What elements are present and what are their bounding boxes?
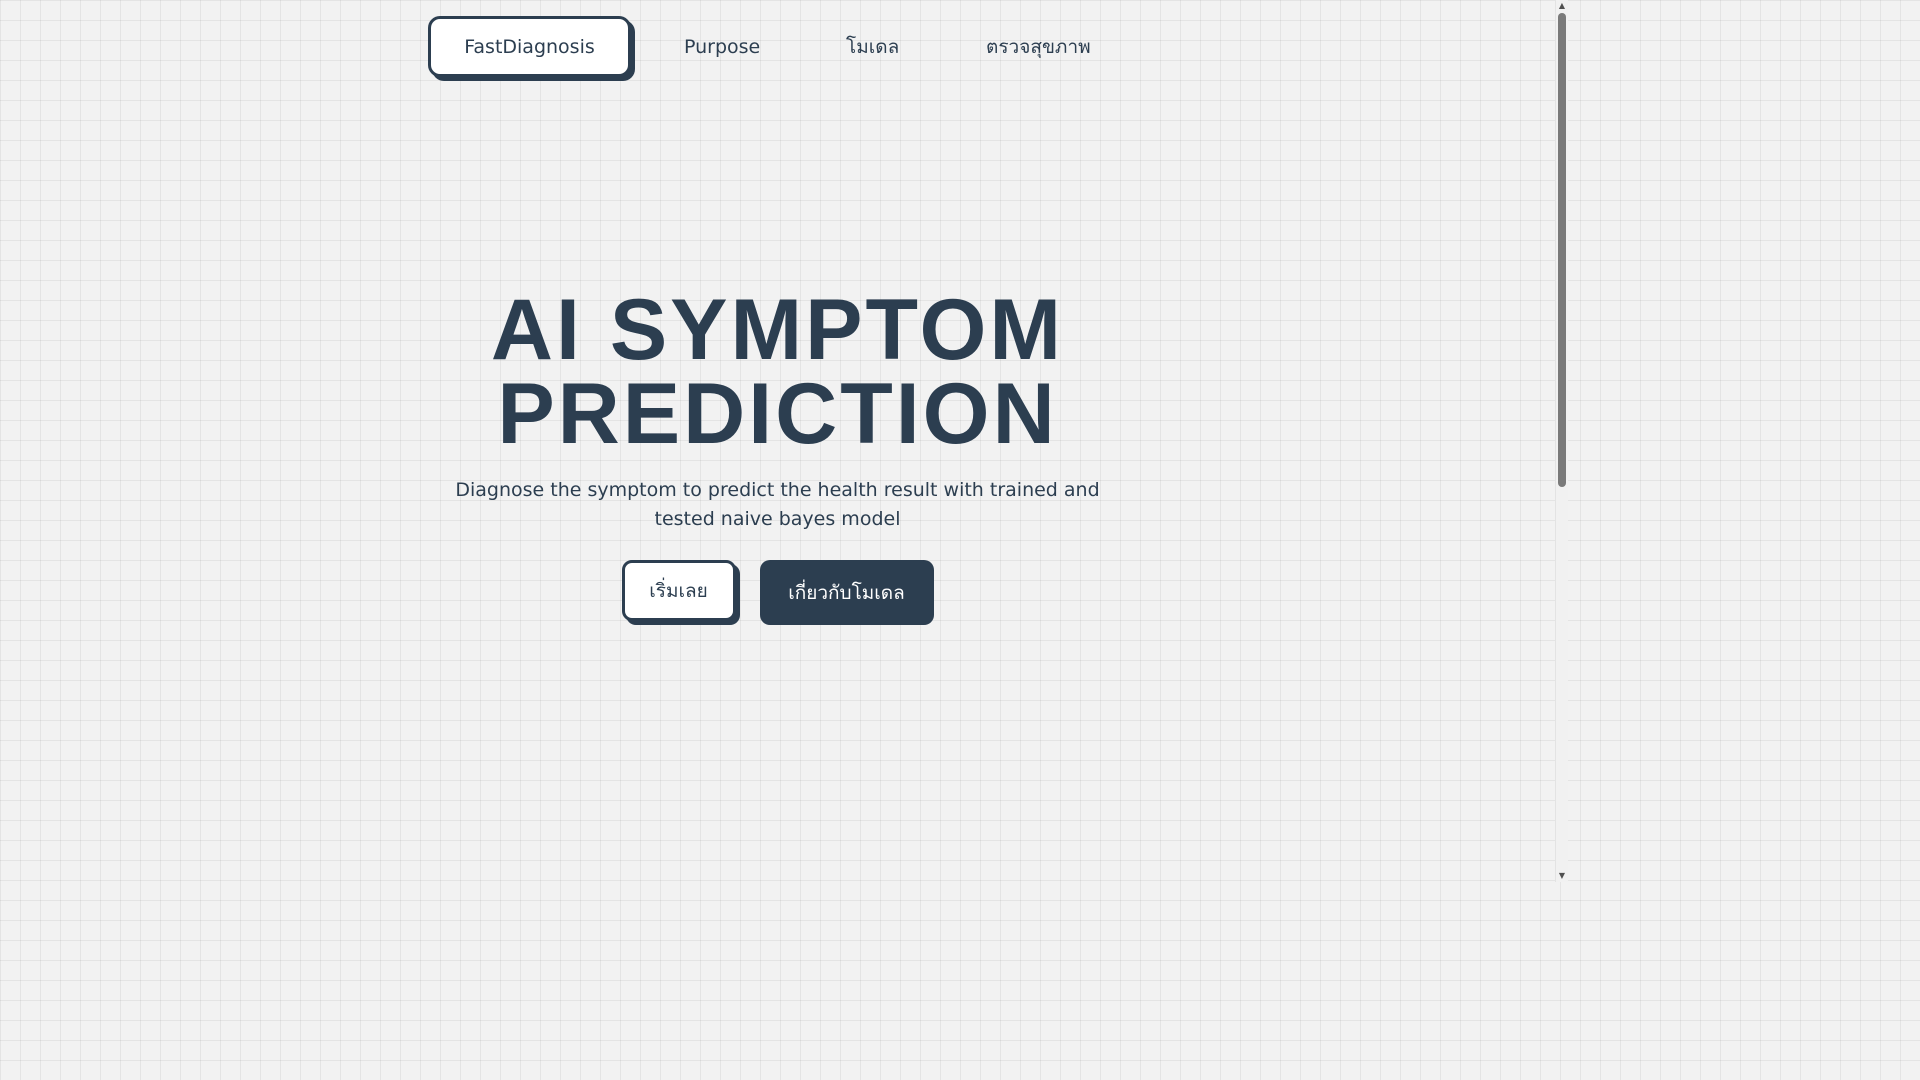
brand-button[interactable]: FastDiagnosis bbox=[428, 16, 631, 77]
cta-group: เริ่มเลย เกี่ยวกับโมเดล bbox=[0, 560, 1555, 625]
scrollbar-thumb[interactable] bbox=[1558, 13, 1566, 487]
scroll-down-arrow-icon[interactable]: ▼ bbox=[1556, 870, 1568, 882]
about-model-button[interactable]: เกี่ยวกับโมเดล bbox=[759, 560, 934, 625]
top-nav: FastDiagnosis Purpose โมเดล ตรวจสุขภาพ bbox=[428, 16, 1091, 77]
hero-title-line-2: PREDICTION bbox=[497, 366, 1058, 462]
hero-title: AI SYMPTOM PREDICTION bbox=[0, 282, 1555, 462]
scroll-up-arrow-icon[interactable]: ▲ bbox=[1556, 0, 1568, 12]
hero-subtitle: Diagnose the symptom to predict the heal… bbox=[455, 479, 1100, 530]
hero-section: AI SYMPTOM PREDICTION Diagnose the sympt… bbox=[0, 282, 1555, 534]
nav-link-model[interactable]: โมเดล bbox=[846, 16, 899, 77]
vertical-scrollbar[interactable]: ▲ ▼ bbox=[1555, 0, 1568, 882]
nav-link-purpose[interactable]: Purpose bbox=[684, 16, 760, 77]
start-button[interactable]: เริ่มเลย bbox=[621, 560, 736, 621]
hero-title-line-1: AI SYMPTOM bbox=[490, 282, 1065, 378]
nav-link-health-check[interactable]: ตรวจสุขภาพ bbox=[986, 16, 1091, 77]
